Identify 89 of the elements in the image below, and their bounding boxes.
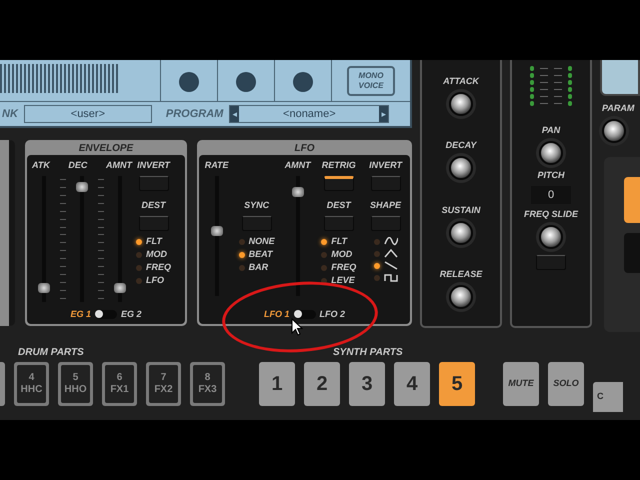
slider-label: DEC [68,161,88,170]
knob-label: ATTACK [443,76,479,86]
mouse-cursor-icon [291,318,303,336]
dest-label: DEST [326,201,351,210]
knob-label: PAN [542,126,560,135]
synth-part-button[interactable]: 5 [439,362,475,406]
pitch-field[interactable]: 0 [531,186,571,204]
mute-button[interactable]: MUTE [503,362,539,406]
slider-label: ATK [32,161,50,170]
program-value: <noname> [282,106,337,122]
solo-button[interactable]: SOLO [548,362,584,406]
toggle-button[interactable] [324,216,354,231]
drum-part-button[interactable]: 4 HHC [14,362,49,406]
sine-wave-icon [384,237,398,246]
slider-thumb[interactable] [38,282,50,293]
knob[interactable] [539,141,563,165]
option-label: NONE [248,237,275,246]
toggle-button[interactable] [370,216,401,231]
option-label: FREQ [146,263,172,272]
toggle-button[interactable] [138,216,168,231]
triangle-wave-icon [384,249,398,258]
program-field[interactable]: ◂ <noname> ▸ [229,105,390,123]
knob[interactable] [448,285,473,310]
drum-part-button[interactable]: 5 HHO [58,362,93,406]
switch-label[interactable]: LFO 1 [264,308,290,321]
option-label: LFO [146,276,164,285]
toggle-switch[interactable] [294,310,316,319]
bank-field[interactable]: <user> [24,105,152,123]
mono-voice-button[interactable]: MONO VOICE [347,66,395,96]
drum-part-button[interactable]: 7 FX2 [146,362,181,406]
previous-button[interactable]: ◂ [230,106,240,122]
slider-label: RATE [204,161,229,170]
synth-part-button[interactable]: 2 [304,362,340,406]
knob-label: DECAY [446,141,476,150]
toggle-button[interactable] [370,176,401,191]
saw-wave-icon [384,261,398,270]
toggle-button[interactable] [324,176,354,191]
switch-label[interactable]: EG 1 [70,308,91,321]
display-screen [600,60,640,96]
section-label: DRUM PARTS [18,348,85,358]
knob[interactable] [539,225,563,249]
knob[interactable] [602,119,626,143]
panel-title: LFO [294,142,316,155]
switch-label[interactable]: LFO 2 [320,308,346,321]
invert-label: INVERT [369,161,402,170]
section-label: SYNTH PARTS [333,348,403,358]
shape-label: SHAPE [370,201,402,210]
retrig-label: RETRIG [322,161,356,170]
drum-part-button[interactable]: 6 FX1 [102,362,137,406]
knob[interactable] [448,92,473,116]
pitch-label: PITCH [538,171,564,180]
knob-label: PARAM [602,104,634,113]
dest-label: DEST [142,201,166,210]
option-label: FREQ [331,263,356,272]
knob-label: SUSTAIN [442,206,480,215]
panel-title: ENVELOPE [78,142,134,155]
square-wave-icon [384,273,398,282]
option-label: MOD [146,250,167,259]
option-label: FLT [331,237,348,246]
invert-label: INVERT [137,161,170,170]
slider-thumb[interactable] [114,282,126,293]
toggle-button[interactable] [138,176,168,191]
toggle-switch[interactable] [95,310,117,319]
option-label: BEAT [248,250,273,259]
option-label: BAR [248,263,268,272]
synth-part-button[interactable]: 3 [349,362,385,406]
slider-thumb[interactable] [210,226,223,236]
program-label: PROGRAM [166,106,224,122]
knob-label: RELEASE [440,270,482,280]
slider-thumb[interactable] [292,187,304,197]
synth-part-button[interactable]: 1 [259,362,295,406]
option-label: LEVE [331,276,355,285]
part-button[interactable]: C [593,382,623,412]
slider-label: AMNT [284,161,311,170]
toggle-button[interactable] [536,255,566,270]
drum-part-button[interactable]: 8 FX3 [190,362,225,406]
next-button[interactable]: ▸ [379,106,388,122]
knob-label: FREQ SLIDE [524,210,578,219]
toggle-button[interactable] [242,216,272,231]
bank-label: NK [2,106,18,122]
slider-label: AMNT [106,161,132,170]
switch-label[interactable]: EG 2 [121,308,142,321]
slider-thumb[interactable] [76,182,88,192]
synth-part-button[interactable]: 4 [394,362,430,406]
option-label: MOD [331,250,352,259]
option-label: FLT [146,237,162,246]
knob[interactable] [449,220,473,245]
sync-label: SYNC [244,201,270,210]
knob[interactable] [449,156,473,180]
